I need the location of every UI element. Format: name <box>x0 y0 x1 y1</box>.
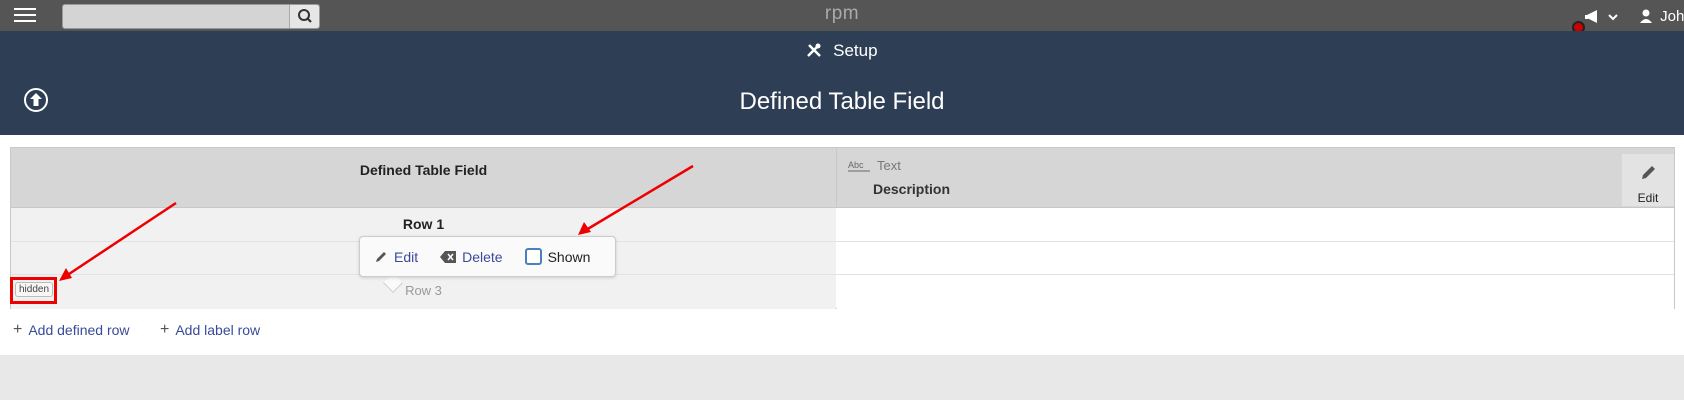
popup-shown-toggle[interactable]: Shown <box>524 248 591 265</box>
edit-column-button[interactable]: Edit <box>1622 154 1674 206</box>
add-defined-row-label: Add defined row <box>28 322 130 338</box>
megaphone-icon <box>1585 10 1618 23</box>
popup-delete-label: Delete <box>462 248 503 265</box>
main-content: Defined Table Field Abc Text Description… <box>0 135 1684 355</box>
defined-table: Defined Table Field Abc Text Description… <box>10 147 1675 309</box>
row-value-cell[interactable] <box>837 275 1674 309</box>
add-defined-row-button[interactable]: + Add defined row <box>13 321 130 339</box>
annotation-highlight-box <box>10 277 57 304</box>
row-label-cell: Row 3 hidden <box>10 275 836 309</box>
shown-checkbox[interactable] <box>524 248 542 265</box>
description-header: Description <box>873 181 951 197</box>
brand-logo: rpm <box>824 3 860 24</box>
row-label: Row 3 <box>405 283 442 298</box>
edit-column-label: Edit <box>1637 191 1659 205</box>
page-header: Setup Defined Table Field <box>0 31 1684 135</box>
setup-breadcrumb[interactable]: Setup <box>0 41 1684 61</box>
announcement-menu[interactable] <box>1583 6 1623 28</box>
user-icon <box>1640 9 1652 23</box>
row-label: Row 1 <box>402 216 445 232</box>
text-type-icon: Abc <box>848 160 870 171</box>
top-bar: rpm John <box>0 0 1684 34</box>
table-row[interactable]: Row 3 hidden <box>10 275 1674 309</box>
pencil-icon <box>376 251 386 262</box>
svg-text:Abc: Abc <box>848 160 864 170</box>
table-row[interactable]: Row 1 <box>11 208 1674 242</box>
popup-edit-button[interactable]: Edit <box>374 249 418 265</box>
tools-icon <box>807 43 822 57</box>
row-value-cell[interactable] <box>837 208 1674 241</box>
table-title-header: Defined Table Field <box>359 162 488 178</box>
pencil-icon <box>1642 166 1655 179</box>
page-title: Defined Table Field <box>739 88 945 115</box>
row-value-cell[interactable] <box>837 242 1674 274</box>
field-type-label: Text <box>877 158 901 173</box>
plus-icon: + <box>160 321 170 338</box>
table-header: Defined Table Field Abc Text Description… <box>11 148 1674 208</box>
add-label-row-label: Add label row <box>175 322 261 338</box>
field-type: Abc Text <box>847 158 901 173</box>
user-menu[interactable]: John <box>1640 8 1684 25</box>
popup-edit-label: Edit <box>394 248 419 265</box>
add-label-row-button[interactable]: + Add label row <box>160 321 260 339</box>
popup-delete-button[interactable]: Delete <box>440 248 503 265</box>
user-name: John <box>1660 8 1684 25</box>
backspace-icon <box>440 250 457 263</box>
popup-shown-label: Shown <box>547 248 591 265</box>
table-row[interactable] <box>11 242 1674 275</box>
row-action-popup: Edit Delete Shown <box>359 236 616 277</box>
setup-label: Setup <box>833 41 878 60</box>
column-divider <box>836 148 837 207</box>
plus-icon: + <box>13 321 23 338</box>
